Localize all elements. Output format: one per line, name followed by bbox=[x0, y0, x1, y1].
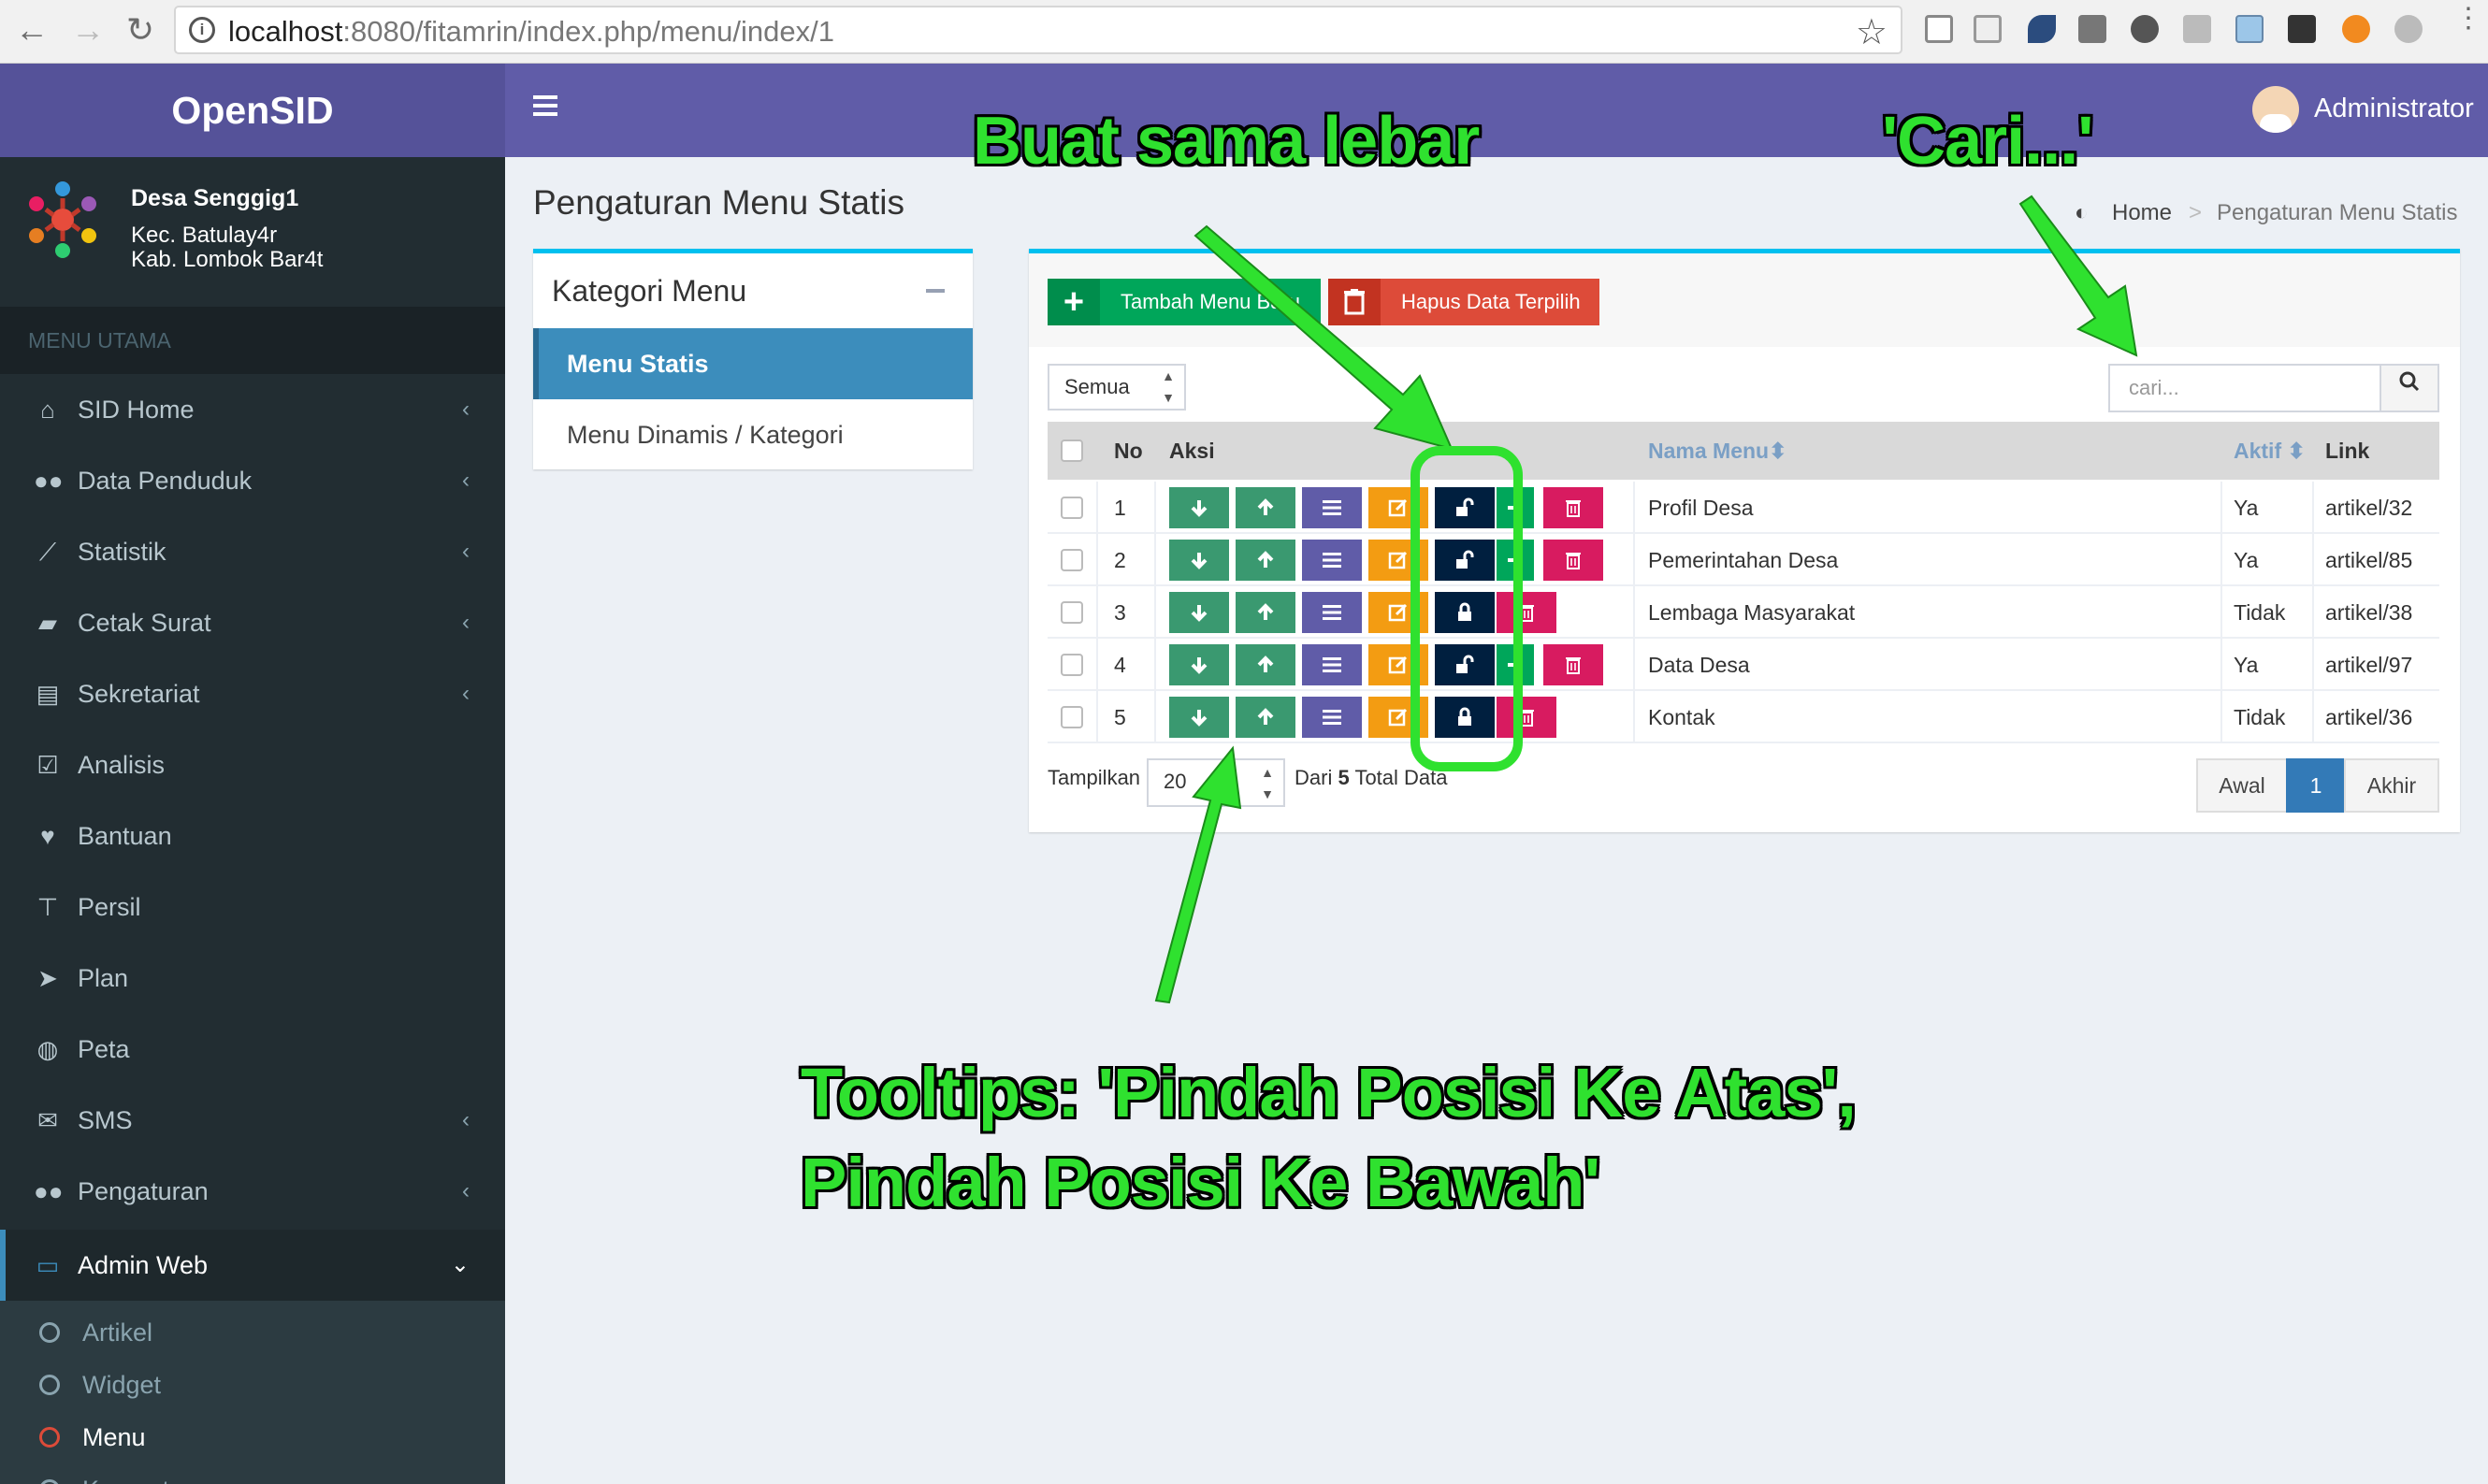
arrow-to-lock-column bbox=[1193, 224, 1454, 451]
lock-column-highlight bbox=[1410, 446, 1523, 771]
arrow-to-search bbox=[2018, 195, 2138, 357]
arrow-to-move-buttons bbox=[1154, 745, 1242, 1004]
annotation-tooltips-line1: Tooltips: 'Pindah Posisi Ke Atas', bbox=[801, 1054, 1857, 1131]
annotation-arrows bbox=[1154, 195, 2138, 1004]
annotation-same-width: Buat sama lebar bbox=[973, 104, 1480, 179]
annotation-tooltips-line2: Pindah Posisi Ke Bawah' bbox=[801, 1144, 1600, 1221]
screenshot-root: ← → ↻ i localhost:8080/fitamrin/index.ph… bbox=[0, 0, 2488, 1484]
annotation-search-placeholder: 'Cari...' bbox=[1882, 104, 2093, 179]
